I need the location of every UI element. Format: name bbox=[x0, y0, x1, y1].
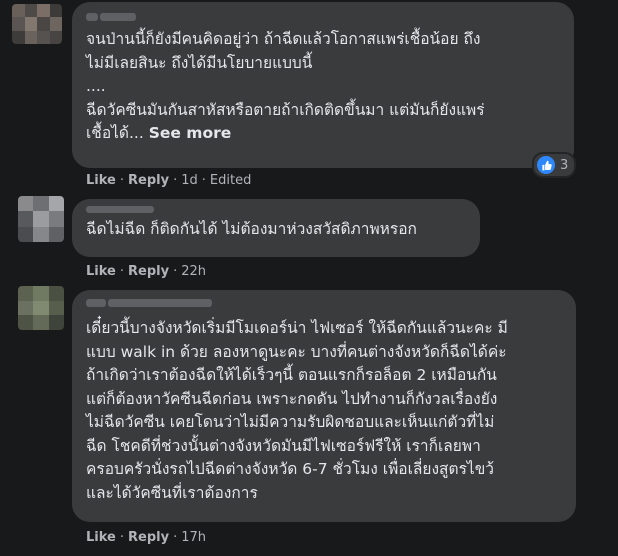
comment-bubble: ฉีดไม่ฉีด ก็ติดกันได้ ไม่ต้องมาห่วงสวัสด… bbox=[72, 199, 480, 257]
like-icon bbox=[537, 156, 555, 174]
reaction-count: 3 bbox=[560, 157, 569, 173]
author-name-redacted[interactable] bbox=[86, 204, 466, 214]
comment-bubble: จนป่านนี้ก็ยังมีคนคิดอยู่ว่า ถ้าฉีดแล้วโ… bbox=[72, 2, 574, 168]
reply-button[interactable]: Reply bbox=[128, 530, 169, 545]
reply-button[interactable]: Reply bbox=[128, 173, 169, 188]
edited-label[interactable]: Edited bbox=[210, 173, 251, 188]
like-button[interactable]: Like bbox=[86, 173, 116, 188]
like-button[interactable]: Like bbox=[86, 264, 116, 279]
avatar[interactable] bbox=[18, 286, 64, 330]
timestamp[interactable]: 17h bbox=[181, 530, 206, 545]
see-more-link[interactable]: See more bbox=[149, 124, 232, 142]
comment-text: จนป่านนี้ก็ยังมีคนคิดอยู่ว่า ถ้าฉีดแล้วโ… bbox=[86, 30, 485, 142]
author-name-redacted[interactable] bbox=[86, 10, 560, 24]
reaction-summary[interactable]: 3 bbox=[532, 152, 577, 178]
like-button[interactable]: Like bbox=[86, 530, 116, 545]
timestamp[interactable]: 22h bbox=[181, 264, 206, 279]
comment-actions: Like · Reply · 22h bbox=[86, 264, 206, 279]
comment-text: เดี๋ยวนี้บางจังหวัดเริ่มมีโมเดอร์น่า ไฟเ… bbox=[86, 319, 508, 502]
reply-button[interactable]: Reply bbox=[128, 264, 169, 279]
timestamp[interactable]: 1d bbox=[181, 173, 198, 188]
avatar[interactable] bbox=[18, 196, 64, 242]
author-name-redacted[interactable] bbox=[86, 297, 562, 309]
comment-text: ฉีดไม่ฉีด ก็ติดกันได้ ไม่ต้องมาห่วงสวัสด… bbox=[86, 220, 417, 238]
avatar[interactable] bbox=[12, 4, 62, 44]
comment-actions: Like · Reply · 1d · Edited bbox=[86, 173, 252, 188]
comment-bubble: เดี๋ยวนี้บางจังหวัดเริ่มมีโมเดอร์น่า ไฟเ… bbox=[72, 290, 576, 522]
comment-actions: Like · Reply · 17h bbox=[86, 530, 206, 545]
